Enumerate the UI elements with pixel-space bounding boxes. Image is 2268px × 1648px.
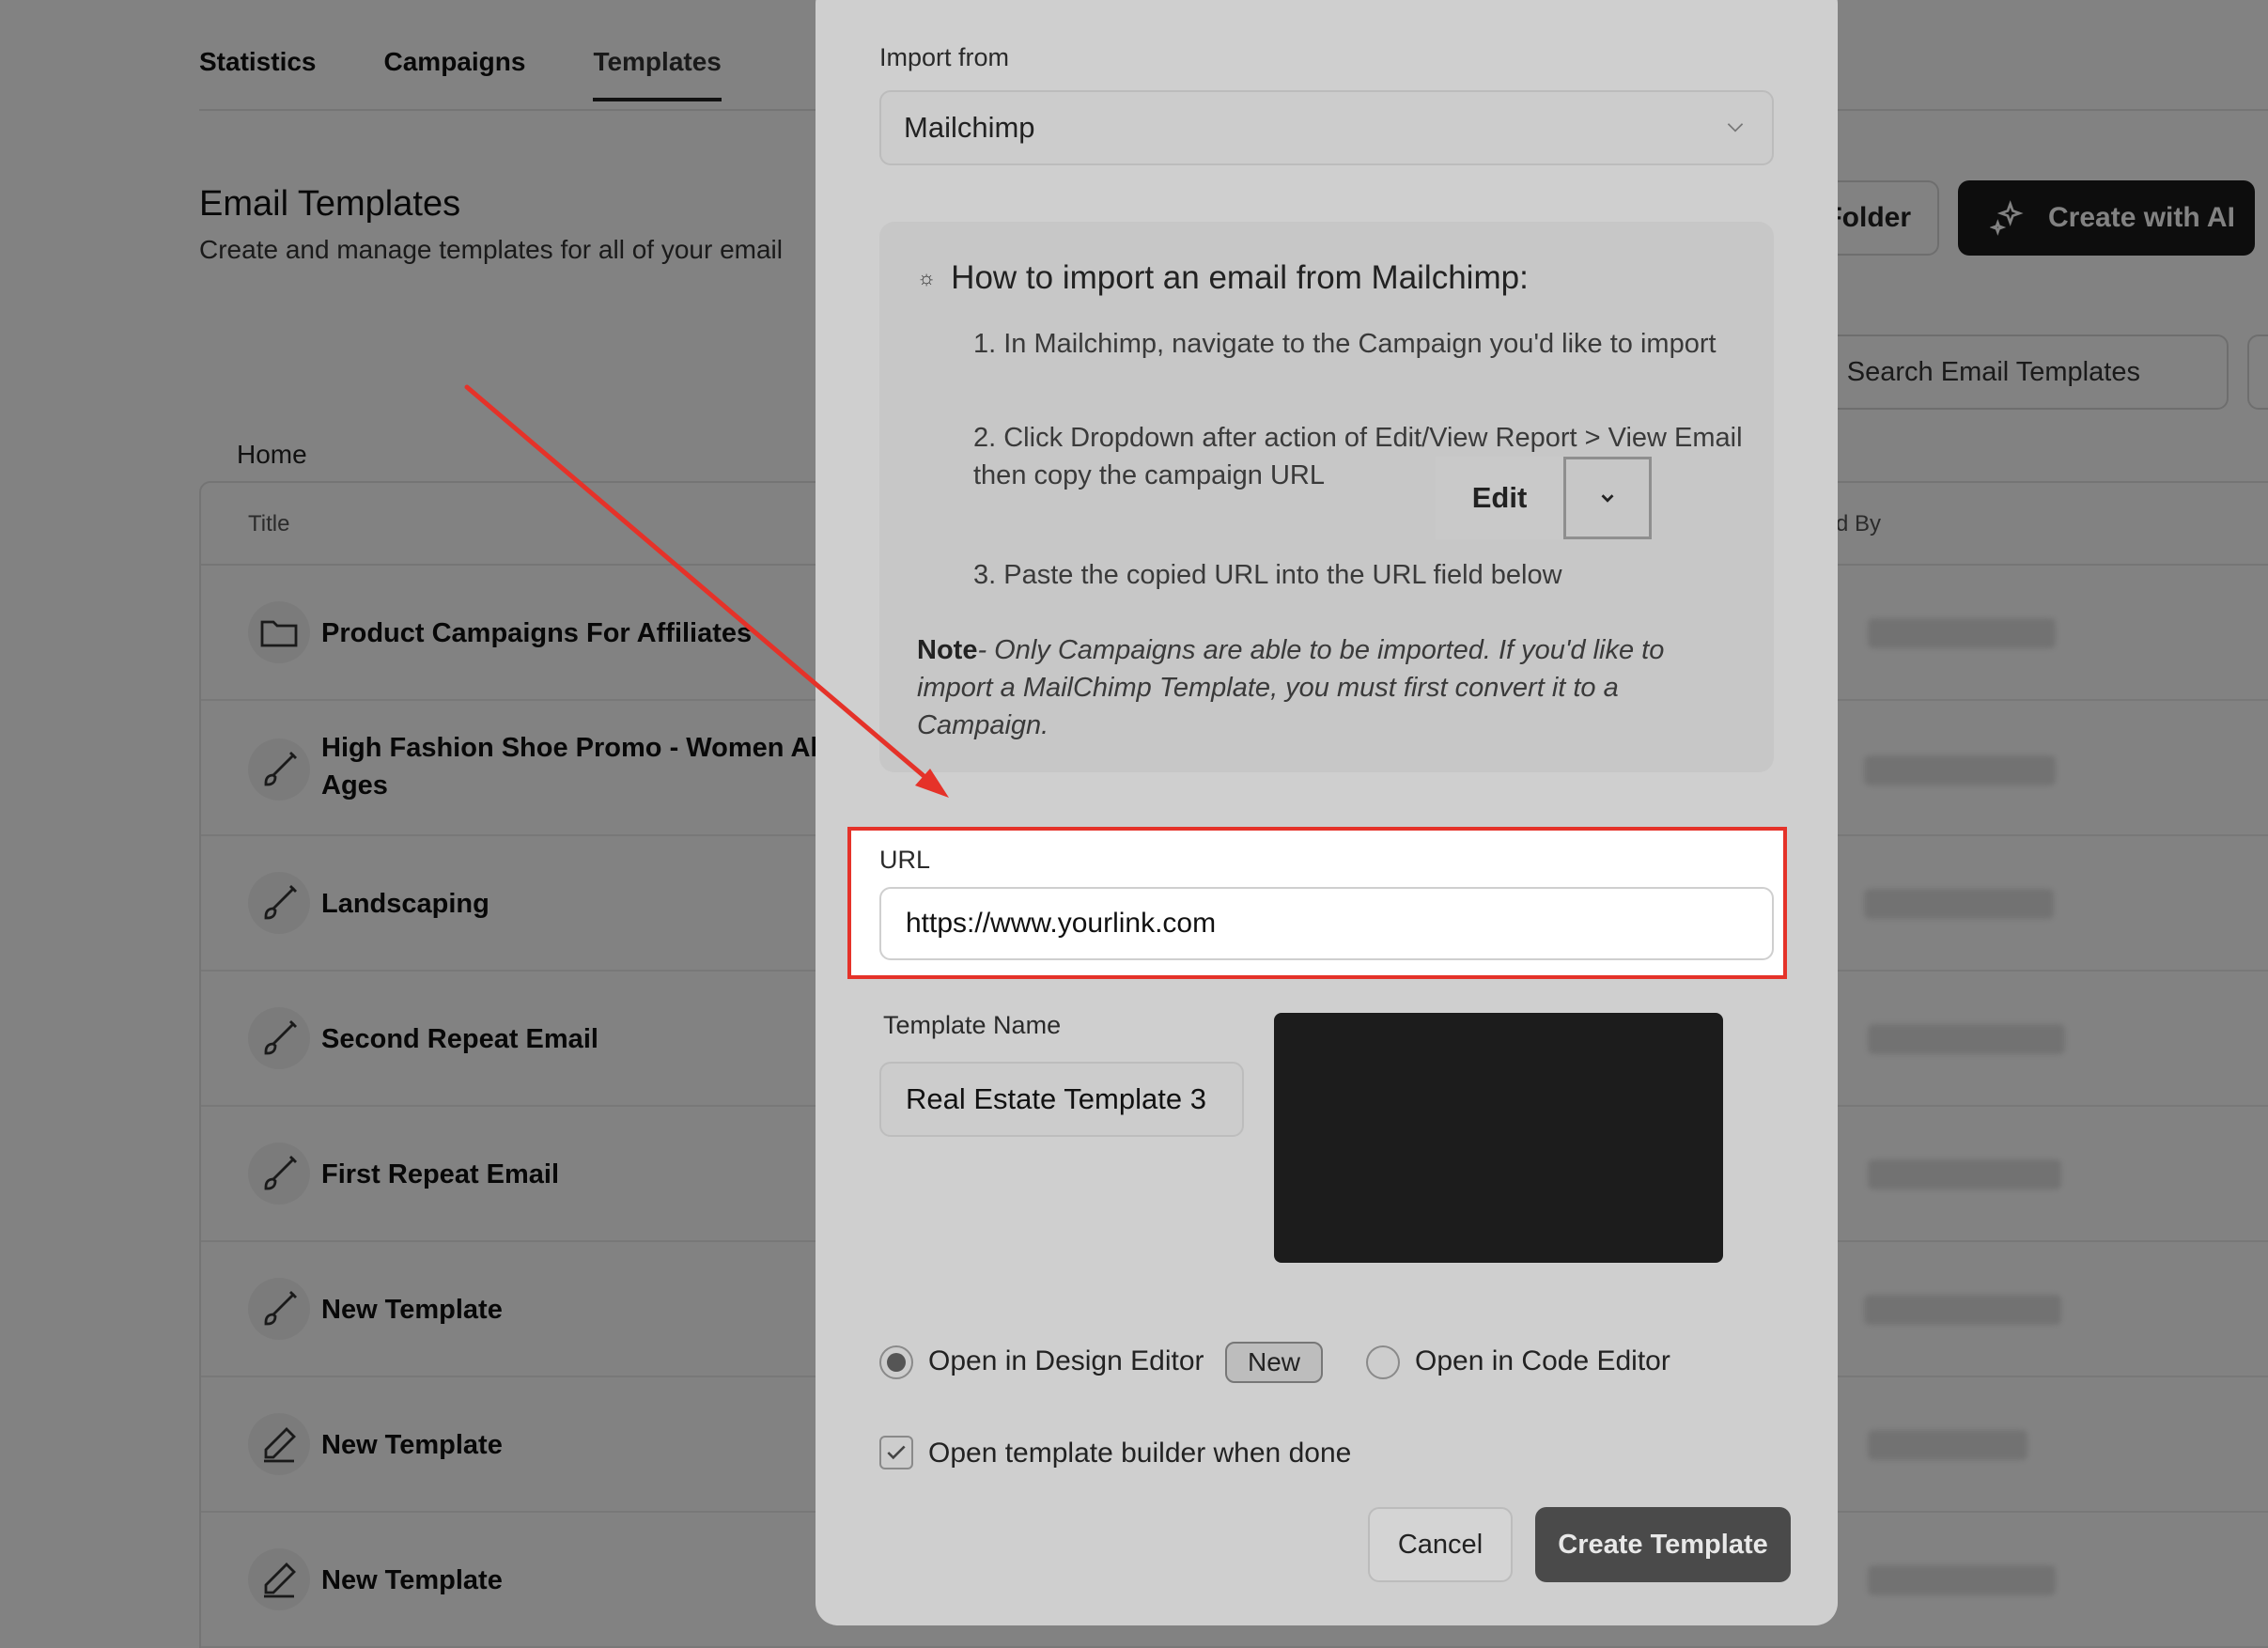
redacted-preview (1274, 1013, 1723, 1263)
template-name-label: Template Name (883, 1011, 1062, 1039)
import-template-modal: Import from Mailchimp ☼ How to import an… (816, 0, 1838, 1625)
instruction-step-1: 1. In Mailchimp, navigate to the Campaig… (973, 329, 1717, 359)
note-label: Note (917, 635, 978, 665)
edit-pill-label: Edit (1436, 457, 1563, 539)
instruction-note: Note- Only Campaigns are able to be impo… (917, 631, 1744, 744)
import-instructions-panel: ☼ How to import an email from Mailchimp:… (879, 222, 1774, 772)
radio-selected-dot (887, 1353, 906, 1372)
instructions-title: How to import an email from Mailchimp: (951, 259, 1529, 296)
template-name-input[interactable]: Real Estate Template 3 (879, 1062, 1244, 1137)
url-value: https://www.yourlink.com (906, 908, 1217, 939)
url-label: URL (879, 846, 931, 874)
url-field-highlight: URL https://www.yourlink.com (847, 827, 1787, 979)
import-source-select[interactable]: Mailchimp (879, 90, 1774, 165)
chevron-down-icon (1727, 123, 1744, 132)
open-builder-checkbox[interactable] (879, 1436, 913, 1469)
url-input[interactable]: https://www.yourlink.com (879, 887, 1774, 960)
design-editor-label: Open in Design Editor (928, 1345, 1204, 1376)
chevron-down-icon (1563, 457, 1652, 539)
instruction-step-3: 3. Paste the copied URL into the URL fie… (973, 560, 1562, 590)
new-badge: New (1225, 1342, 1323, 1383)
cancel-button[interactable]: Cancel (1368, 1507, 1513, 1582)
radio-design-editor[interactable] (879, 1345, 913, 1379)
edit-dropdown-illustration: Edit (1436, 457, 1652, 539)
import-from-label: Import from (879, 43, 1010, 71)
note-text: - Only Campaigns are able to be imported… (917, 635, 1665, 740)
radio-code-editor[interactable] (1366, 1345, 1400, 1379)
create-template-button[interactable]: Create Template (1535, 1507, 1791, 1582)
instructions-heading: ☼ How to import an email from Mailchimp: (917, 259, 1529, 297)
template-name-value: Real Estate Template 3 (906, 1082, 1206, 1115)
checkmark-icon (887, 1445, 906, 1460)
lightbulb-icon: ☼ (917, 266, 937, 289)
open-builder-label: Open template builder when done (928, 1438, 1352, 1469)
code-editor-label: Open in Code Editor (1415, 1345, 1670, 1376)
import-source-value: Mailchimp (904, 111, 1035, 144)
